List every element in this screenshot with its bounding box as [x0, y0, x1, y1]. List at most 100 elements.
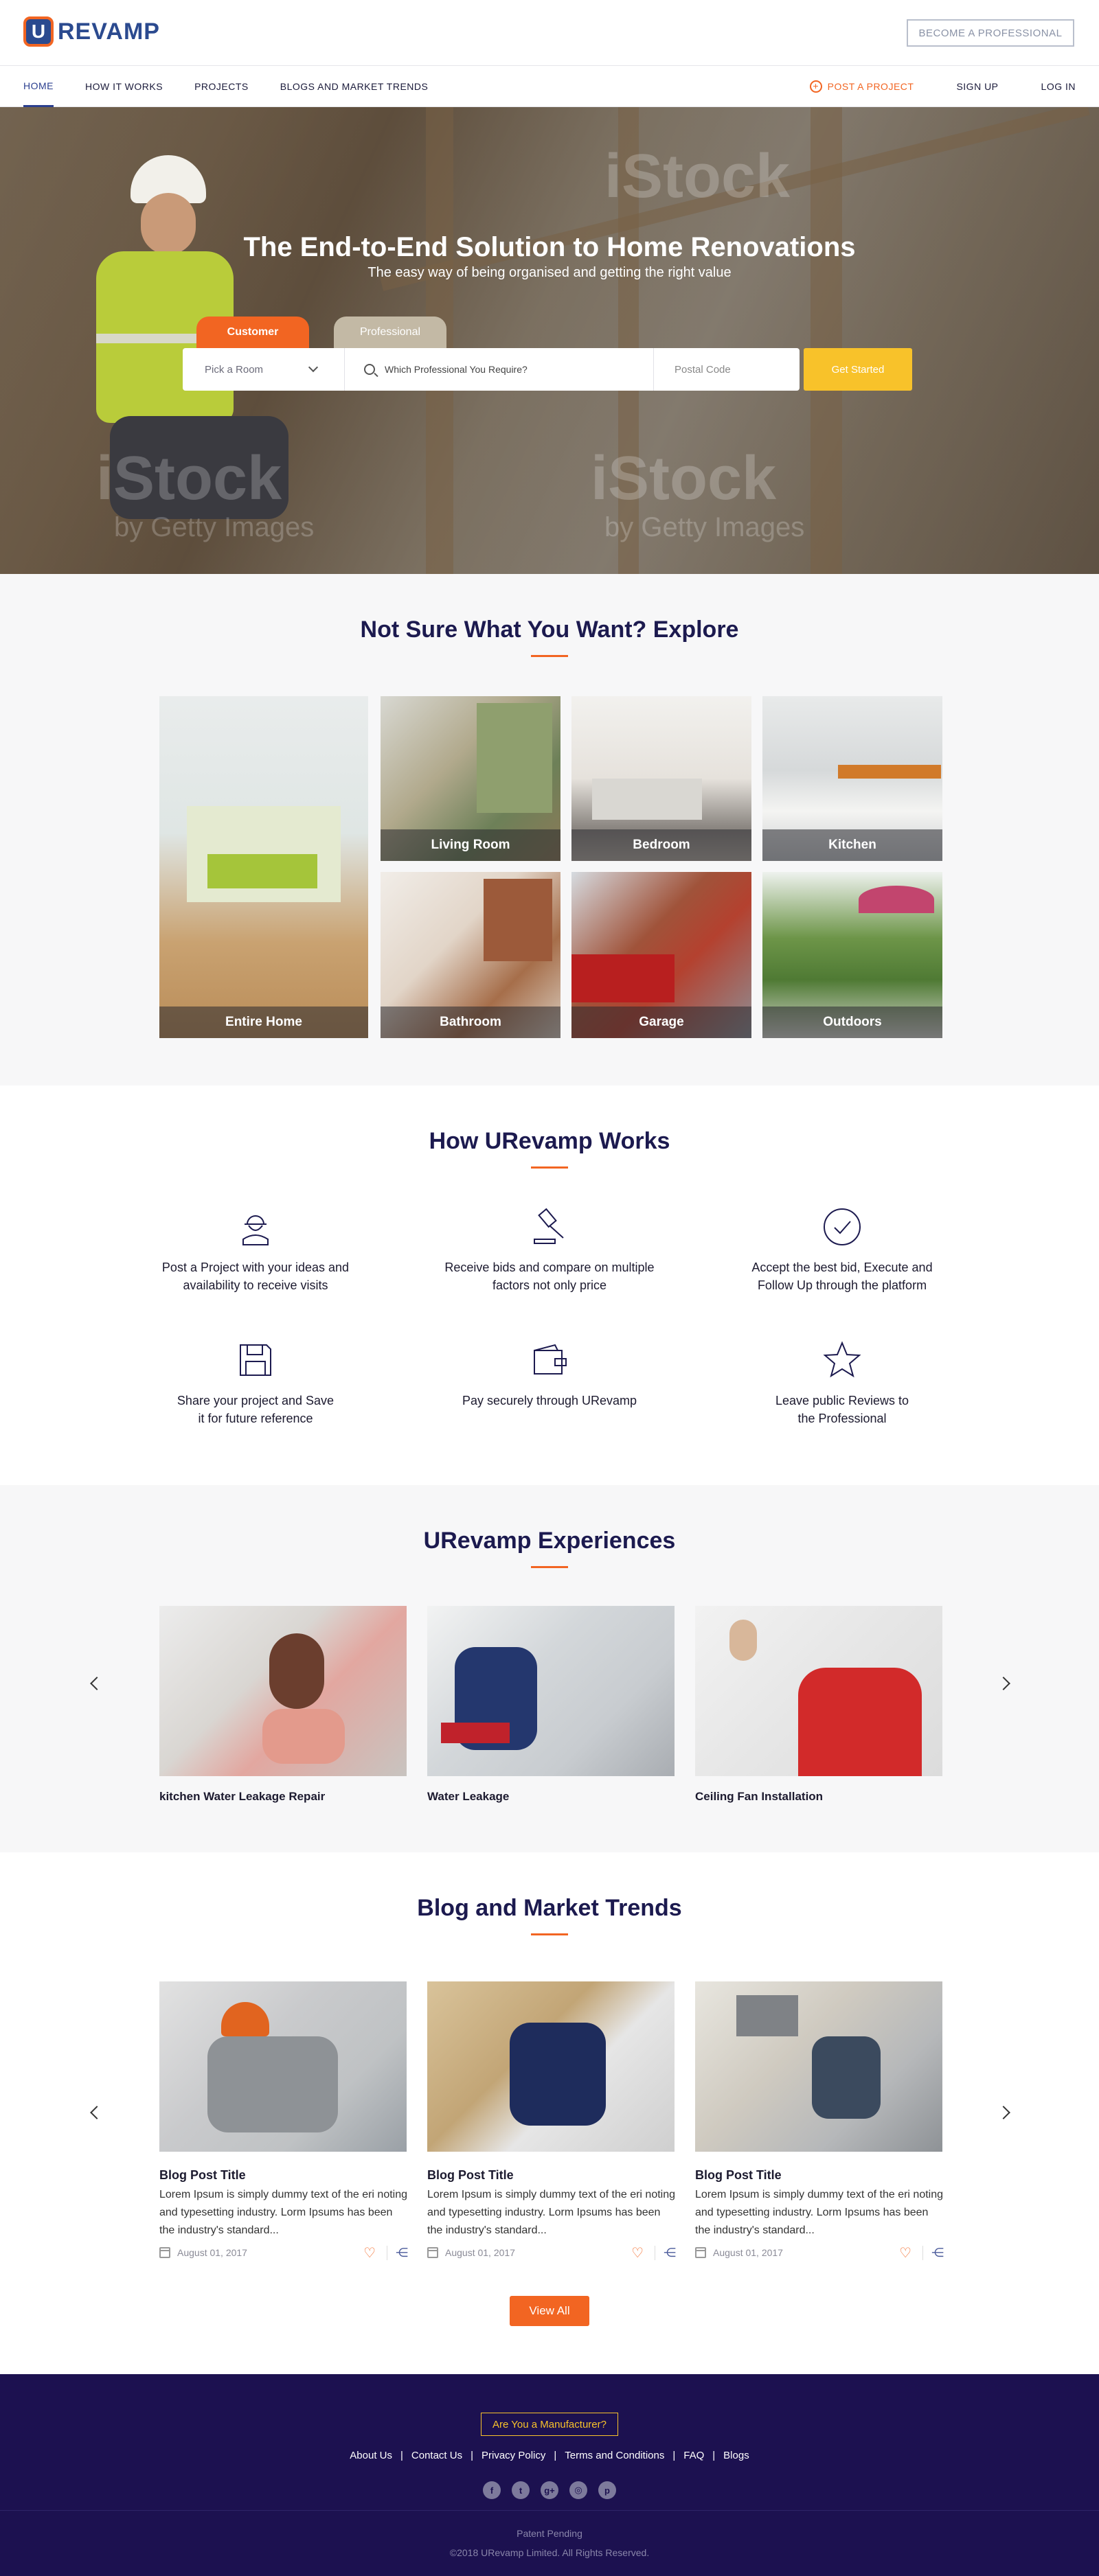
- tile-label: Bathroom: [381, 1007, 560, 1038]
- step-text: Accept the best bid, Execute and Follow …: [712, 1258, 973, 1294]
- tab-professional[interactable]: Professional: [334, 317, 446, 348]
- facebook-icon[interactable]: f: [483, 2481, 501, 2499]
- footer-link-about[interactable]: About Us: [350, 2450, 392, 2461]
- tile-entire-home[interactable]: Entire Home: [159, 696, 368, 1038]
- blog-post-date: August 01, 2017: [445, 2247, 515, 2258]
- share-icon[interactable]: ⋲: [655, 2245, 676, 2260]
- pinterest-icon[interactable]: p: [598, 2481, 616, 2499]
- footer-link-contact[interactable]: Contact Us: [411, 2450, 462, 2461]
- step-text: Pay securely through URevamp: [419, 1392, 680, 1410]
- explore-section: Not Sure What You Want? Explore Entire H…: [0, 574, 1099, 1085]
- experience-card-image[interactable]: [159, 1606, 407, 1776]
- room-select-value: Pick a Room: [205, 363, 264, 376]
- blog-post-image[interactable]: [427, 1981, 675, 2152]
- card-photo-detail: [510, 2023, 606, 2126]
- share-icon[interactable]: ⋲: [922, 2245, 944, 2260]
- heart-icon[interactable]: ♡: [899, 2244, 911, 2262]
- main-nav: HOME HOW IT WORKS PROJECTS BLOGS AND MAR…: [0, 66, 1099, 107]
- share-icon[interactable]: ⋲: [387, 2245, 408, 2260]
- get-started-button[interactable]: Get Started: [804, 348, 912, 391]
- sign-up-link[interactable]: SIGN UP: [956, 81, 998, 92]
- blog-post-date: August 01, 2017: [713, 2247, 783, 2258]
- become-professional-button[interactable]: BECOME A PROFESSIONAL: [907, 19, 1074, 47]
- tile-label: Living Room: [381, 829, 560, 861]
- top-header: U REVAMP BECOME A PROFESSIONAL: [0, 0, 1099, 66]
- experience-card-image[interactable]: [427, 1606, 675, 1776]
- urevamp-logo[interactable]: U REVAMP: [23, 16, 160, 47]
- experience-card-image[interactable]: [695, 1606, 942, 1776]
- tile-photo-detail: [571, 954, 675, 1002]
- tile-photo-detail: [838, 765, 941, 779]
- footer-link-privacy[interactable]: Privacy Policy: [481, 2450, 545, 2461]
- hero-subtitle: The easy way of being organised and gett…: [367, 265, 732, 280]
- twitter-icon[interactable]: t: [512, 2481, 530, 2499]
- post-project-label: POST A PROJECT: [827, 81, 914, 92]
- blog-post-image[interactable]: [695, 1981, 942, 2152]
- watermark: iStock: [591, 444, 777, 513]
- step-text: Leave public Reviews to the Professional: [712, 1392, 973, 1427]
- tile-outdoors[interactable]: Outdoors: [762, 872, 942, 1038]
- footer-separator: |: [400, 2450, 403, 2461]
- tile-bedroom[interactable]: Bedroom: [571, 696, 751, 861]
- tile-bathroom[interactable]: Bathroom: [381, 872, 560, 1038]
- experience-card-caption[interactable]: Ceiling Fan Installation: [695, 1790, 823, 1804]
- card-photo-detail: [262, 1709, 345, 1764]
- instagram-icon[interactable]: ◎: [569, 2481, 587, 2499]
- footer-separator: |: [712, 2450, 716, 2461]
- google-plus-icon[interactable]: g+: [541, 2481, 558, 2499]
- blog-post-title[interactable]: Blog Post Title: [695, 2168, 782, 2183]
- copyright-text: ©2018 URevamp Limited. All Rights Reserv…: [449, 2547, 650, 2558]
- experience-card-caption[interactable]: Water Leakage: [427, 1790, 509, 1804]
- blog-post-excerpt: Lorem Ipsum is simply dummy text of the …: [159, 2189, 408, 2236]
- nav-blogs[interactable]: BLOGS AND MARKET TRENDS: [280, 66, 429, 107]
- nav-projects[interactable]: PROJECTS: [194, 66, 249, 107]
- footer-link-faq[interactable]: FAQ: [683, 2450, 704, 2461]
- blog-post-image[interactable]: [159, 1981, 407, 2152]
- carousel-next-icon[interactable]: [997, 2106, 1010, 2119]
- carousel-prev-icon[interactable]: [90, 1677, 104, 1690]
- card-photo-detail: [221, 2002, 269, 2036]
- blog-post-excerpt: Lorem Ipsum is simply dummy text of the …: [427, 2189, 676, 2236]
- watermark-sub: by Getty Images: [604, 512, 805, 542]
- tile-photo-detail: [477, 703, 552, 813]
- blog-post-title[interactable]: Blog Post Title: [427, 2168, 514, 2183]
- page: U REVAMP BECOME A PROFESSIONAL HOME HOW …: [0, 0, 1099, 2576]
- tile-label: Bedroom: [571, 829, 751, 861]
- blog-post-excerpt: Lorem Ipsum is simply dummy text of the …: [695, 2189, 944, 2236]
- logo-mark: U: [23, 16, 54, 47]
- nav-home[interactable]: HOME: [23, 66, 54, 107]
- nav-how-it-works[interactable]: HOW IT WORKS: [85, 66, 163, 107]
- step-line: Leave public Reviews to: [775, 1394, 909, 1407]
- chevron-down-icon: [308, 362, 319, 373]
- footer-link-blogs[interactable]: Blogs: [723, 2450, 749, 2461]
- card-photo-detail: [798, 1668, 922, 1776]
- step-text: Post a Project with your ideas and avail…: [125, 1258, 386, 1294]
- card-photo-detail: [207, 2036, 338, 2132]
- tile-garage[interactable]: Garage: [571, 872, 751, 1038]
- room-select[interactable]: Pick a Room: [183, 348, 345, 391]
- post-project-link[interactable]: + POST A PROJECT: [809, 80, 914, 93]
- carousel-prev-icon[interactable]: [90, 2106, 104, 2119]
- social-links: f t g+ ◎ p: [0, 2481, 1099, 2499]
- step-line: Follow Up through the platform: [757, 1278, 927, 1292]
- tile-label: Entire Home: [159, 1007, 368, 1038]
- tile-kitchen[interactable]: Kitchen: [762, 696, 942, 861]
- professional-search-input[interactable]: Which Professional You Require?: [345, 348, 654, 391]
- footer-link-terms[interactable]: Terms and Conditions: [565, 2450, 664, 2461]
- log-in-link[interactable]: LOG IN: [1041, 81, 1076, 92]
- manufacturer-button[interactable]: Are You a Manufacturer?: [481, 2413, 618, 2436]
- experience-card-caption[interactable]: kitchen Water Leakage Repair: [159, 1790, 325, 1804]
- carousel-next-icon[interactable]: [997, 1677, 1010, 1690]
- blog-post-title[interactable]: Blog Post Title: [159, 2168, 246, 2183]
- tab-customer[interactable]: Customer: [196, 317, 309, 348]
- view-all-button[interactable]: View All: [510, 2296, 589, 2326]
- postal-code-input[interactable]: Postal Code: [654, 348, 800, 391]
- tile-living-room[interactable]: Living Room: [381, 696, 560, 861]
- step-accept-bid: Accept the best bid, Execute and Follow …: [712, 1206, 973, 1294]
- star-icon: [823, 1341, 861, 1378]
- heart-icon[interactable]: ♡: [631, 2244, 644, 2262]
- footer-separator: |: [672, 2450, 676, 2461]
- step-share-save: Share your project and Save it for futur…: [125, 1339, 386, 1427]
- tile-photo-detail: [484, 879, 552, 961]
- heart-icon[interactable]: ♡: [363, 2244, 376, 2262]
